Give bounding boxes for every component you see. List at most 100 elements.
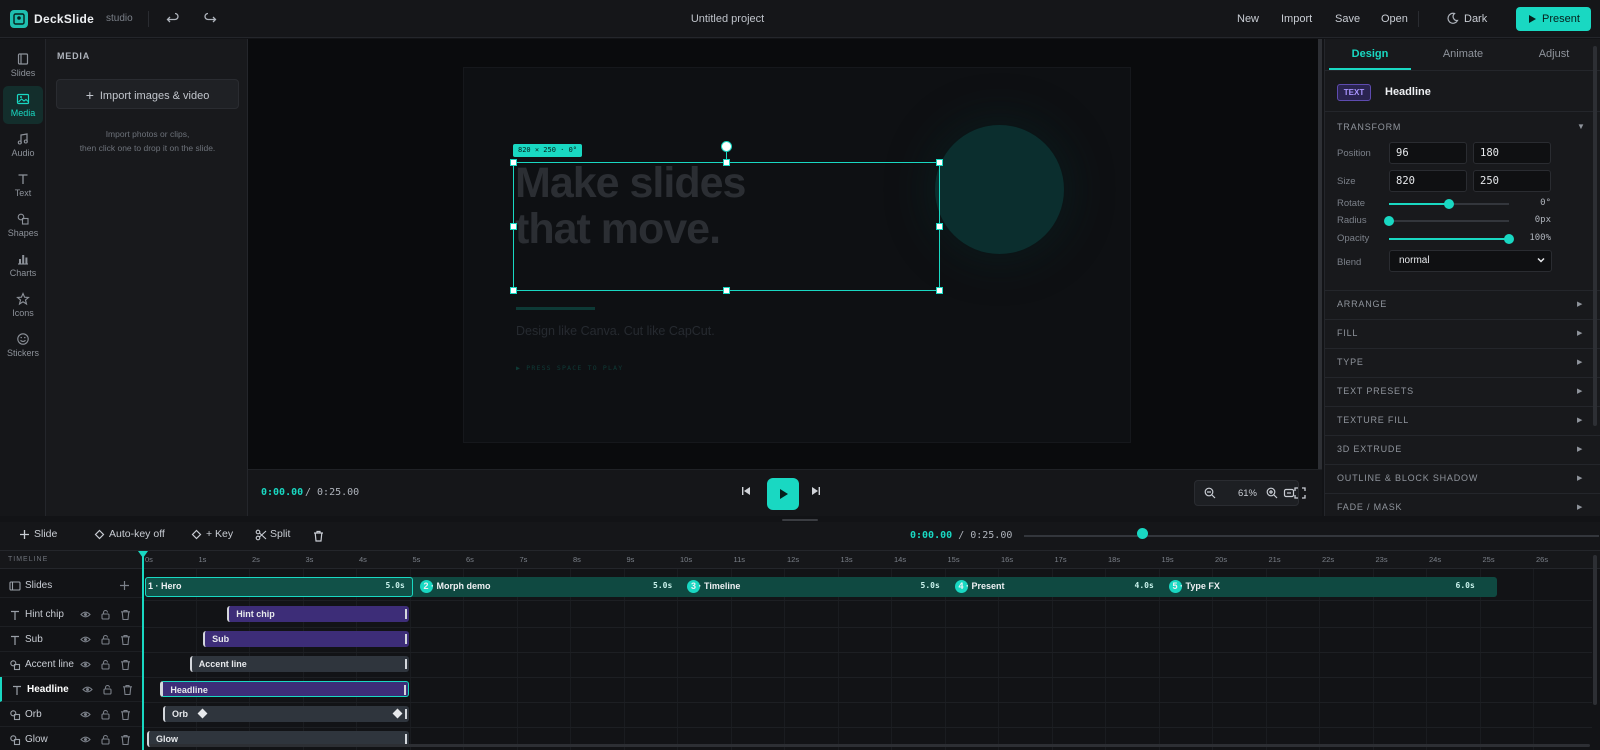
clip-trim-handle[interactable] bbox=[404, 685, 407, 695]
eye-icon[interactable] bbox=[80, 734, 91, 745]
slide-segment-name[interactable]: 2 · Morph demo bbox=[424, 581, 491, 591]
resize-handle[interactable] bbox=[510, 159, 517, 166]
chevron-down-icon[interactable]: ▼ bbox=[1577, 122, 1585, 131]
timeline-vertical-scrollbar[interactable] bbox=[1593, 555, 1597, 705]
lock-icon[interactable] bbox=[100, 734, 111, 745]
accent-line[interactable] bbox=[516, 307, 595, 310]
rail-item-icons[interactable]: Icons bbox=[3, 286, 43, 324]
chevron-right-icon[interactable]: ▶ bbox=[1577, 300, 1582, 308]
inspector-scrollbar[interactable] bbox=[1593, 46, 1597, 426]
rotation-handle[interactable] bbox=[721, 141, 732, 152]
skip-back-icon[interactable] bbox=[740, 485, 756, 501]
radius-slider[interactable] bbox=[1384, 216, 1509, 226]
section-header[interactable]: OUTLINE & BLOCK SHADOW bbox=[1337, 473, 1478, 483]
subtitle-text[interactable]: Design like Canva. Cut like CapCut. bbox=[516, 324, 715, 338]
chevron-right-icon[interactable]: ▶ bbox=[1577, 387, 1582, 395]
track-sub[interactable]: Sub bbox=[0, 627, 142, 652]
new-button[interactable]: New bbox=[1237, 13, 1259, 25]
track-hint-chip[interactable]: Hint chip bbox=[0, 602, 142, 627]
section-header[interactable]: TYPE bbox=[1337, 357, 1364, 367]
chevron-right-icon[interactable]: ▶ bbox=[1577, 445, 1582, 453]
timeline-zoom-knob[interactable] bbox=[1137, 528, 1148, 539]
chevron-right-icon[interactable]: ▶ bbox=[1577, 358, 1582, 366]
eye-icon[interactable] bbox=[82, 684, 93, 695]
chevron-right-icon[interactable]: ▶ bbox=[1577, 503, 1582, 511]
resize-handle[interactable] bbox=[936, 159, 943, 166]
track-headline[interactable]: Headline bbox=[0, 677, 142, 702]
chevron-right-icon[interactable]: ▶ bbox=[1577, 329, 1582, 337]
resize-handle[interactable] bbox=[936, 287, 943, 294]
theme-toggle[interactable]: Dark bbox=[1464, 13, 1487, 25]
chevron-right-icon[interactable]: ▶ bbox=[1577, 474, 1582, 482]
tab-animate[interactable]: Animate bbox=[1422, 39, 1504, 70]
trash-icon[interactable] bbox=[313, 530, 324, 542]
eye-icon[interactable] bbox=[80, 634, 91, 645]
section-header[interactable]: FADE / MASK bbox=[1337, 502, 1402, 512]
trash-icon[interactable] bbox=[122, 684, 133, 695]
position-y-input[interactable]: 180 bbox=[1473, 142, 1551, 164]
track-slides[interactable]: Slides bbox=[0, 573, 142, 598]
clip-trim-handle[interactable] bbox=[405, 659, 408, 669]
import-button[interactable]: Import bbox=[1281, 13, 1312, 25]
section-header[interactable]: TEXT PRESETS bbox=[1337, 386, 1414, 396]
rail-item-audio[interactable]: Audio bbox=[3, 126, 43, 164]
height-input[interactable]: 250 bbox=[1473, 170, 1551, 192]
track-glow[interactable]: Glow bbox=[0, 727, 142, 750]
trash-icon[interactable] bbox=[120, 609, 131, 620]
tab-adjust[interactable]: Adjust bbox=[1513, 39, 1595, 70]
eye-icon[interactable] bbox=[80, 659, 91, 670]
rail-item-media[interactable]: Media bbox=[3, 86, 43, 124]
trash-icon[interactable] bbox=[120, 709, 131, 720]
eye-icon[interactable] bbox=[80, 609, 91, 620]
save-button[interactable]: Save bbox=[1335, 13, 1360, 25]
slider-knob[interactable] bbox=[1444, 199, 1454, 209]
hint-chip[interactable]: ▶ PRESS SPACE TO PLAY bbox=[516, 364, 623, 372]
rail-item-charts[interactable]: Charts bbox=[3, 246, 43, 284]
playhead[interactable] bbox=[142, 551, 144, 750]
playhead-handle[interactable] bbox=[138, 551, 148, 558]
open-button[interactable]: Open bbox=[1381, 13, 1408, 25]
fullscreen-icon[interactable] bbox=[1294, 487, 1306, 499]
eye-icon[interactable] bbox=[80, 709, 91, 720]
autokey-toggle[interactable]: Auto-key off bbox=[94, 528, 165, 540]
clip-trim-handle[interactable] bbox=[405, 609, 408, 619]
trash-icon[interactable] bbox=[120, 659, 131, 670]
clip-trim-handle[interactable] bbox=[405, 709, 408, 719]
slider-knob[interactable] bbox=[1504, 234, 1514, 244]
add-slide-icon[interactable] bbox=[119, 580, 130, 591]
slider-knob[interactable] bbox=[1384, 216, 1394, 226]
chevron-right-icon[interactable]: ▶ bbox=[1577, 416, 1582, 424]
panel-resize-handle[interactable] bbox=[782, 519, 818, 521]
timeline-horizontal-scrollbar[interactable] bbox=[150, 744, 1590, 747]
import-media-button[interactable]: + Import images & video bbox=[56, 79, 239, 109]
lock-icon[interactable] bbox=[102, 684, 113, 695]
tab-design[interactable]: Design bbox=[1329, 39, 1411, 70]
selection-box[interactable] bbox=[513, 162, 940, 291]
position-x-input[interactable]: 96 bbox=[1389, 142, 1467, 164]
slide-segment-name[interactable]: 4 · Present bbox=[959, 581, 1005, 591]
resize-handle[interactable] bbox=[723, 287, 730, 294]
clip-trim-handle[interactable] bbox=[405, 734, 408, 744]
present-button[interactable]: Present bbox=[1516, 7, 1591, 31]
zoom-in-icon[interactable] bbox=[1266, 487, 1278, 499]
clip-accent-line[interactable]: Accent line bbox=[189, 656, 410, 672]
section-header[interactable]: 3D EXTRUDE bbox=[1337, 444, 1402, 454]
stage-scrollbar[interactable] bbox=[1318, 39, 1322, 469]
blend-select[interactable]: normal bbox=[1389, 250, 1552, 272]
resize-handle[interactable] bbox=[936, 223, 943, 230]
slide-segment-name[interactable]: 5 · Type FX bbox=[1173, 581, 1220, 591]
section-header[interactable]: ARRANGE bbox=[1337, 299, 1387, 309]
clip-trim-handle[interactable] bbox=[405, 634, 408, 644]
lock-icon[interactable] bbox=[100, 659, 111, 670]
lock-icon[interactable] bbox=[100, 634, 111, 645]
add-slide-button[interactable]: Slide bbox=[20, 528, 57, 540]
rail-item-text[interactable]: Text bbox=[3, 166, 43, 204]
opacity-slider[interactable] bbox=[1389, 234, 1514, 244]
section-header[interactable]: TEXTURE FILL bbox=[1337, 415, 1409, 425]
slide-segment-name[interactable]: 3 · Timeline bbox=[691, 581, 740, 591]
width-input[interactable]: 820 bbox=[1389, 170, 1467, 192]
rail-item-stickers[interactable]: Stickers bbox=[3, 326, 43, 364]
rotate-slider[interactable] bbox=[1389, 199, 1509, 209]
timeline-zoom-slider[interactable] bbox=[1024, 535, 1599, 537]
orb-shape[interactable] bbox=[935, 125, 1064, 254]
